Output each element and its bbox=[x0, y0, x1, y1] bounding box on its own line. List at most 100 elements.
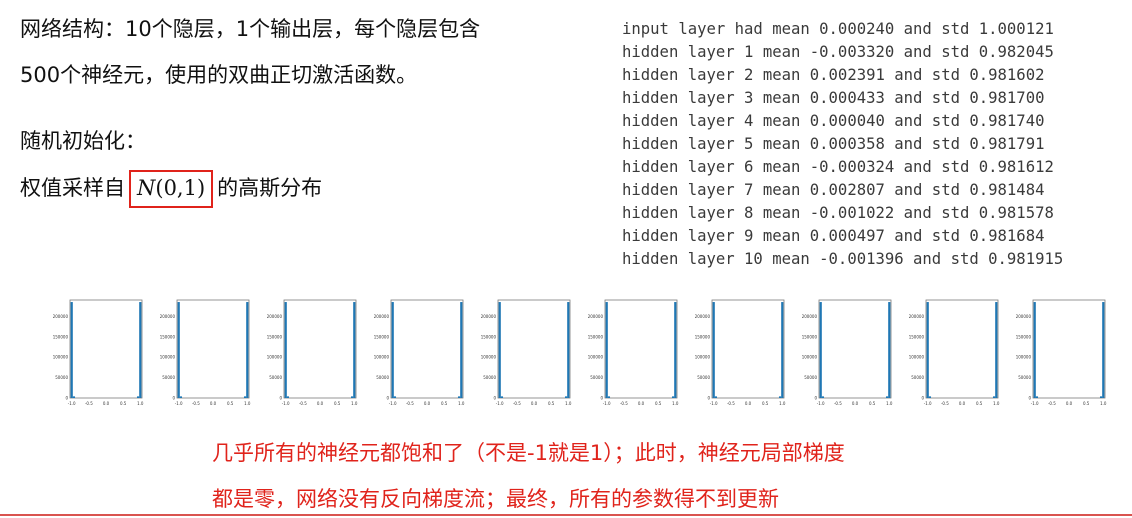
y-tick-label: 50000 bbox=[590, 375, 603, 380]
y-tick-label: 100000 bbox=[909, 355, 925, 360]
x-tick-label: 1.0 bbox=[993, 401, 1000, 406]
histogram-panel: 200000 150000 100000 50000 0-1.0 -0.5 0.0 0.5 1.… bbox=[802, 299, 893, 406]
x-tick-label: -1.0 bbox=[817, 401, 825, 406]
x-tick-label: -0.5 bbox=[834, 401, 842, 406]
x-tick-label: -0.5 bbox=[513, 401, 521, 406]
histogram-small-bar bbox=[286, 396, 290, 398]
x-tick-label: -0.5 bbox=[299, 401, 307, 406]
histogram-frame bbox=[390, 299, 464, 399]
y-tick-label: 150000 bbox=[53, 334, 69, 339]
x-tick-label: -0.5 bbox=[192, 401, 200, 406]
y-tick-label: 50000 bbox=[697, 375, 710, 380]
histogram-spike-bar bbox=[1033, 302, 1036, 398]
x-tick-label: -1.0 bbox=[710, 401, 718, 406]
x-tick-label: 0.5 bbox=[976, 401, 983, 406]
x-tick-label: 0.5 bbox=[762, 401, 769, 406]
y-tick-label: 200000 bbox=[695, 314, 711, 319]
histogram-frame bbox=[711, 299, 785, 399]
x-tick-label: 1.0 bbox=[137, 401, 144, 406]
y-tick-label: 150000 bbox=[374, 334, 390, 339]
histogram-spike-bar bbox=[460, 302, 463, 398]
x-tick-label: 0.0 bbox=[424, 401, 431, 406]
histogram-small-bar bbox=[778, 396, 782, 398]
histogram-small-bar bbox=[885, 396, 889, 398]
x-tick-label: 0.0 bbox=[317, 401, 324, 406]
x-tick-label: -0.5 bbox=[620, 401, 628, 406]
y-tick-label: 200000 bbox=[160, 314, 176, 319]
histogram-spike-bar bbox=[888, 302, 891, 398]
y-tick-label: 0 bbox=[65, 396, 68, 401]
histogram-small-bar bbox=[136, 396, 140, 398]
histogram-small-bar bbox=[72, 396, 76, 398]
x-tick-label: 0.5 bbox=[869, 401, 876, 406]
y-tick-label: 0 bbox=[600, 396, 603, 401]
network-structure-line-2: 500个神经元，使用的双曲正切激活函数。 bbox=[20, 63, 418, 87]
y-tick-label: 200000 bbox=[1016, 314, 1032, 319]
x-tick-label: 0.5 bbox=[441, 401, 448, 406]
histogram-small-bar bbox=[607, 396, 611, 398]
y-tick-label: 100000 bbox=[695, 355, 711, 360]
x-tick-label: 0.5 bbox=[334, 401, 341, 406]
histogram-spike-bar bbox=[139, 302, 142, 398]
histogram-small-bar bbox=[1035, 396, 1039, 398]
histogram-small-bar bbox=[564, 396, 568, 398]
y-tick-label: 50000 bbox=[911, 375, 924, 380]
histogram-small-bar bbox=[992, 396, 996, 398]
x-tick-label: 1.0 bbox=[886, 401, 893, 406]
y-tick-label: 100000 bbox=[802, 355, 818, 360]
y-tick-label: 0 bbox=[1028, 396, 1031, 401]
histogram-small-bar bbox=[671, 396, 675, 398]
x-tick-label: -1.0 bbox=[603, 401, 611, 406]
x-tick-label: 0.5 bbox=[548, 401, 555, 406]
x-tick-label: -0.5 bbox=[727, 401, 735, 406]
init-heading: 随机初始化： bbox=[20, 129, 146, 153]
y-tick-label: 150000 bbox=[909, 334, 925, 339]
x-tick-label: 0.0 bbox=[1066, 401, 1073, 406]
y-tick-label: 150000 bbox=[160, 334, 176, 339]
histogram-spike-bar bbox=[246, 302, 249, 398]
histogram-spike-bar bbox=[819, 302, 822, 398]
y-tick-label: 50000 bbox=[376, 375, 389, 380]
log-line: hidden layer 8 mean -0.001022 and std 0.… bbox=[622, 204, 1054, 222]
y-tick-label: 100000 bbox=[1016, 355, 1032, 360]
histogram-small-bar bbox=[457, 396, 461, 398]
activation-histograms: 200000150000100000500000-1.0 -0.5 0.0 0.5 1.… bbox=[53, 299, 1107, 406]
log-line: hidden layer 4 mean 0.000040 and std 0.9… bbox=[622, 112, 1045, 130]
y-tick-label: 100000 bbox=[160, 355, 176, 360]
y-tick-label: 200000 bbox=[909, 314, 925, 319]
gaussian-formula-box: N(0,1) bbox=[129, 170, 214, 208]
x-tick-label: -1.0 bbox=[496, 401, 504, 406]
formula-arguments: (0,1) bbox=[155, 176, 206, 200]
x-tick-label: 0.0 bbox=[638, 401, 645, 406]
y-tick-label: 200000 bbox=[53, 314, 69, 319]
histogram-frame bbox=[818, 299, 892, 399]
log-line: hidden layer 10 mean -0.001396 and std 0… bbox=[622, 250, 1064, 268]
x-tick-label: 1.0 bbox=[779, 401, 786, 406]
histogram-frame bbox=[176, 299, 250, 399]
x-tick-label: -0.5 bbox=[406, 401, 414, 406]
y-tick-label: 50000 bbox=[483, 375, 496, 380]
x-tick-label: -1.0 bbox=[175, 401, 183, 406]
histogram-spike-bar bbox=[712, 302, 715, 398]
histogram-panel: 200000 150000 100000 50000 0-1.0 -0.5 0.0 0.5 1.… bbox=[160, 299, 251, 406]
histogram-panel: 200000 150000 100000 50000 0-1.0 -0.5 0.0 0.5 1.… bbox=[267, 299, 358, 406]
histogram-small-bar bbox=[821, 396, 825, 398]
histogram-panel: 200000 150000 100000 50000 0-1.0 -0.5 0.0 0.5 1.… bbox=[1016, 299, 1107, 406]
init-suffix: 的高斯分布 bbox=[217, 176, 323, 200]
histogram-spike-bar bbox=[995, 302, 998, 398]
init-description: 权值采样自 N(0,1) 的高斯分布 bbox=[20, 170, 322, 208]
y-tick-label: 0 bbox=[921, 396, 924, 401]
histogram-spike-bar bbox=[1102, 302, 1105, 398]
x-tick-label: 1.0 bbox=[1100, 401, 1107, 406]
x-tick-label: 0.5 bbox=[120, 401, 127, 406]
x-tick-label: 0.5 bbox=[655, 401, 662, 406]
histogram-small-bar bbox=[714, 396, 718, 398]
histogram-spike-bar bbox=[781, 302, 784, 398]
y-tick-label: 50000 bbox=[1018, 375, 1031, 380]
histogram-small-bar bbox=[500, 396, 504, 398]
y-tick-label: 100000 bbox=[588, 355, 604, 360]
log-line: hidden layer 6 mean -0.000324 and std 0.… bbox=[622, 158, 1054, 176]
log-line: hidden layer 3 mean 0.000433 and std 0.9… bbox=[622, 89, 1045, 107]
log-line: hidden layer 1 mean -0.003320 and std 0.… bbox=[622, 43, 1054, 61]
network-structure-line-1: 网络结构：10个隐层，1个输出层，每个隐层包含 bbox=[20, 17, 481, 41]
